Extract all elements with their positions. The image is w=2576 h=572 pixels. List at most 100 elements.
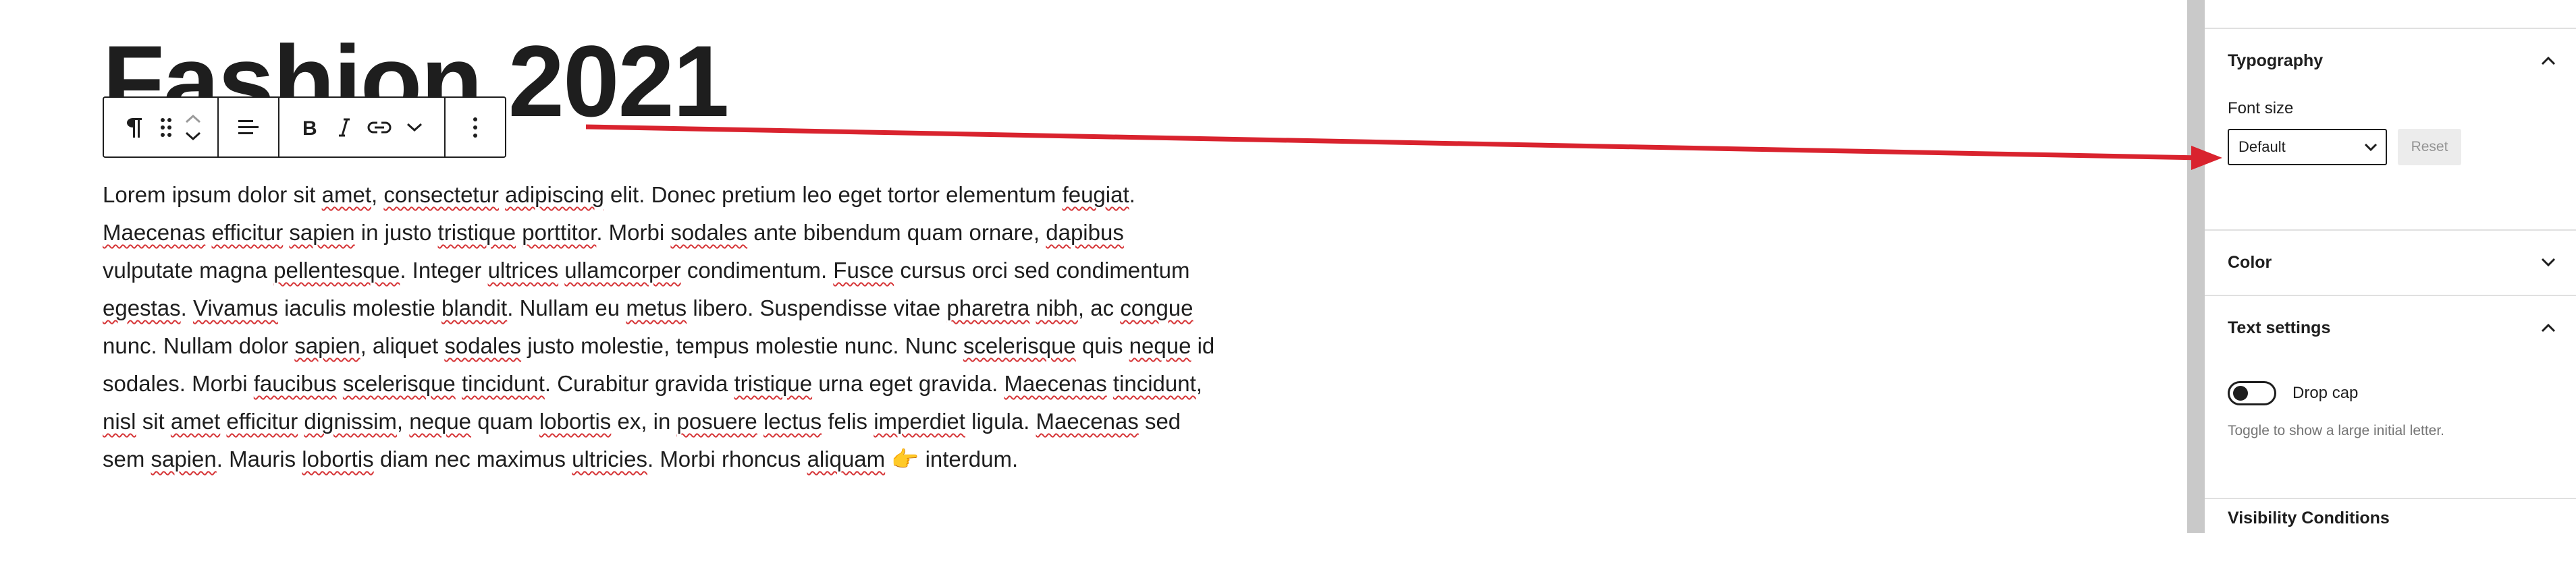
drag-handle-button[interactable] (151, 104, 181, 151)
misspelled-word: porttitor (522, 220, 597, 245)
misspelled-word: efficitur (211, 220, 284, 245)
italic-icon (339, 118, 350, 136)
drop-cap-toggle[interactable] (2228, 381, 2276, 405)
text-run: urna eget (812, 371, 919, 396)
text-run (499, 182, 505, 207)
more-rich-text-button[interactable] (397, 104, 432, 151)
text-settings-panel-header[interactable]: Text settings (2205, 296, 2576, 360)
text-run (337, 371, 343, 396)
misspelled-word: neque (409, 409, 472, 434)
misspelled-word: tristique (437, 220, 516, 245)
text-run: cursus orci sed (894, 258, 1056, 283)
text-run: Lorem ipsum dolor sit (103, 182, 322, 207)
misspelled-word: Fusce (833, 258, 894, 283)
text-run (1029, 295, 1036, 320)
chevron-down-icon (2364, 143, 2378, 151)
misspelled-word: pharetra (946, 295, 1030, 320)
misspelled-word: tincidunt (1112, 371, 1196, 396)
move-down-icon[interactable] (184, 130, 202, 142)
misspelled-word: aliquam (807, 447, 886, 471)
options-icon (473, 117, 477, 138)
text-run: nunc. Nullam dolor (103, 333, 295, 358)
misspelled-word: egestas (103, 295, 181, 320)
block-settings-sidebar: Typography Font size Default Reset Color… (2205, 0, 2576, 533)
misspelled-word: metus (626, 295, 687, 320)
color-panel: Color (2205, 231, 2576, 296)
misspelled-word: sapien (289, 220, 355, 245)
typography-panel-header[interactable]: Typography (2205, 29, 2576, 92)
misspelled-word: imperdiet (874, 409, 965, 434)
text-run: , aliquet (360, 333, 445, 358)
text-run: . Nullam eu (507, 295, 626, 320)
panel-spacer (2205, 0, 2576, 29)
text-run: ligula. (965, 409, 1036, 434)
drop-cap-help: Toggle to show a large initial letter. (2228, 423, 2445, 438)
misspelled-word: scelerisque (963, 333, 1076, 358)
editor-canvas: Fashion 2021 B Lorem ipsum dolor sit ame… (0, 0, 2187, 533)
text-run: in justo (354, 220, 438, 245)
text-run: justo molestie, tempus molestie nunc. Nu… (521, 333, 963, 358)
misspelled-word: nisl (103, 409, 136, 434)
typography-body: Font size Default Reset (2205, 99, 2576, 165)
chevron-up-icon (2541, 56, 2556, 65)
text-run: , (1196, 371, 1202, 396)
misspelled-word: Maecenas (103, 220, 206, 245)
reset-button[interactable]: Reset (2398, 129, 2461, 165)
block-toolbar: B (103, 96, 506, 158)
misspelled-word: lobortis (302, 447, 374, 471)
italic-button[interactable] (327, 104, 362, 151)
text-run: . Integer (400, 258, 488, 283)
text-run (558, 258, 564, 283)
misspelled-word: Vivamus (192, 295, 278, 320)
misspelled-word: lectus (763, 409, 822, 434)
font-size-select[interactable]: Default (2228, 129, 2387, 165)
move-up-icon[interactable] (184, 113, 202, 125)
text-run: condimentum (1056, 258, 1190, 283)
text-run: . Morbi (596, 220, 671, 245)
misspelled-word: posuere (676, 409, 757, 434)
text-run: iaculis molestie (277, 295, 441, 320)
text-run: ante bibendum quam ornare, (747, 220, 1046, 245)
text-run: , (371, 182, 384, 207)
text-run: quam (471, 409, 539, 434)
bold-button[interactable]: B (292, 104, 327, 151)
text-run: libero. Suspendisse vitae (687, 295, 947, 320)
text-run (298, 409, 304, 434)
typography-title: Typography (2228, 51, 2324, 70)
paragraph-block[interactable]: Lorem ipsum dolor sit amet, consectetur … (103, 176, 1216, 478)
misspelled-word: scelerisque (342, 371, 456, 396)
color-title: Color (2228, 252, 2272, 272)
text-run: . Morbi rhoncus (647, 447, 807, 471)
options-button[interactable] (458, 104, 493, 151)
misspelled-word: pellentesque (273, 258, 400, 283)
misspelled-word: ultrices (487, 258, 559, 283)
text-run: . (1129, 182, 1135, 207)
align-button[interactable] (231, 104, 266, 151)
link-button[interactable] (362, 104, 397, 151)
text-run (283, 220, 289, 245)
font-size-row: Default Reset (2228, 129, 2553, 165)
color-panel-header[interactable]: Color (2205, 231, 2576, 294)
misspelled-word: dignissim (304, 409, 397, 434)
misspelled-word: sodales (670, 220, 748, 245)
misspelled-word: consectetur (383, 182, 499, 207)
toggle-knob (2233, 386, 2248, 401)
text-run (757, 409, 763, 434)
misspelled-word: faucibus (253, 371, 337, 396)
text-settings-body: Drop cap Toggle to show a large initial … (2205, 381, 2576, 439)
paragraph-button[interactable] (116, 104, 151, 151)
text-run: . (180, 295, 193, 320)
drag-handle-icon (161, 117, 171, 137)
font-size-label: Font size (2228, 99, 2294, 117)
misspelled-word: congue (1120, 295, 1193, 320)
misspelled-word: sapien (151, 447, 217, 471)
svg-text:B: B (302, 117, 317, 138)
misspelled-word: nibh (1036, 295, 1078, 320)
misspelled-word: tincidunt (461, 371, 545, 396)
misspelled-word: amet (170, 409, 221, 434)
typography-panel: Typography Font size Default Reset (2205, 29, 2576, 231)
visibility-panel-header[interactable]: Visibility Conditions (2205, 499, 2576, 572)
misspelled-word: Maecenas (1036, 409, 1139, 434)
text-run: 👉 interdum. (885, 447, 1019, 471)
text-run: elit. Donec pretium leo eget tortor elem… (603, 182, 1063, 207)
